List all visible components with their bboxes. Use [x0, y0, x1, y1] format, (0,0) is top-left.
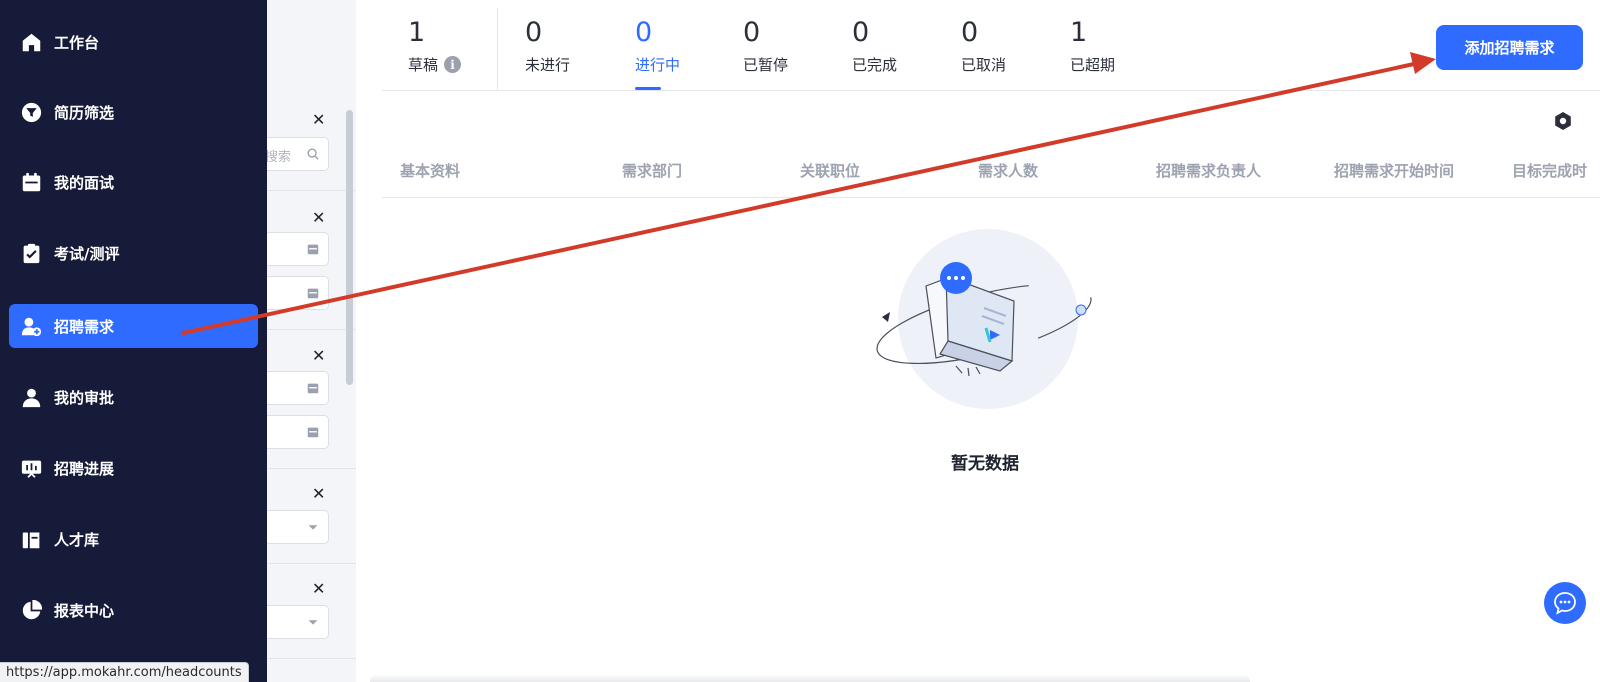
divider — [267, 329, 356, 330]
tab-draft[interactable]: 1 草稿 i — [408, 16, 462, 75]
sidebar-item-label: 报表中心 — [54, 601, 115, 620]
date-field[interactable] — [267, 232, 329, 266]
sidebar-item-workbench[interactable]: 工作台 — [9, 20, 258, 64]
calendar-icon — [307, 244, 319, 255]
sidebar-item-resume-screening[interactable]: 简历筛选 — [9, 90, 258, 134]
filter-icon — [20, 101, 42, 123]
tab-count: 0 — [743, 17, 761, 48]
add-recruitment-need-button[interactable]: 添加招聘需求 — [1436, 25, 1583, 70]
column-header: 招聘需求开始时间 — [1334, 162, 1455, 180]
column-header: 需求部门 — [622, 162, 683, 180]
sidebar-item-label: 考试/测评 — [54, 244, 120, 263]
divider — [267, 190, 356, 191]
chat-button[interactable] — [1544, 582, 1586, 624]
sidebar-item-label: 我的审批 — [54, 388, 115, 407]
column-header: 关联职位 — [800, 162, 861, 180]
tab-paused[interactable]: 0 已暂停 — [743, 16, 788, 75]
sidebar-item-report-center[interactable]: 报表中心 — [9, 588, 258, 632]
sidebar-item-recruitment-needs[interactable]: 招聘需求 — [9, 304, 258, 348]
sidebar-item-label: 招聘需求 — [54, 317, 115, 336]
status-url: https://app.mokahr.com/headcounts — [0, 662, 249, 682]
sidebar-item-label: 人才库 — [54, 530, 100, 549]
presentation-icon — [20, 457, 42, 479]
tab-in-progress[interactable]: 0 进行中 — [635, 16, 680, 75]
clipboard-icon — [20, 242, 42, 264]
divider — [267, 658, 356, 659]
book-icon — [20, 528, 42, 550]
select-field[interactable] — [267, 605, 329, 639]
tab-label: 草稿 — [408, 56, 439, 74]
calendar-icon — [307, 383, 319, 394]
close-icon[interactable]: ✕ — [312, 484, 325, 503]
date-field[interactable] — [267, 371, 329, 405]
tab-not-started[interactable]: 0 未进行 — [525, 16, 570, 75]
tab-label: 已暂停 — [743, 56, 789, 74]
close-icon[interactable]: ✕ — [312, 208, 325, 227]
close-icon[interactable]: ✕ — [312, 110, 325, 129]
tab-count: 0 — [635, 17, 653, 48]
empty-state-illustration — [876, 229, 1092, 409]
sidebar-item-exams[interactable]: 考试/测评 — [9, 231, 258, 275]
sidebar-item-recruitment-progress[interactable]: 招聘进展 — [9, 446, 258, 490]
sidebar-item-my-approvals[interactable]: 我的审批 — [9, 375, 258, 419]
tab-count: 1 — [408, 17, 426, 48]
column-header: 招聘需求负责人 — [1156, 162, 1262, 180]
tab-cancelled[interactable]: 0 已取消 — [961, 16, 1006, 75]
date-field[interactable] — [267, 276, 329, 310]
tab-completed[interactable]: 0 已完成 — [852, 16, 897, 75]
tab-overdue[interactable]: 1 已超期 — [1070, 16, 1115, 75]
calendar-icon — [20, 171, 42, 193]
tab-count: 0 — [852, 17, 870, 48]
chat-icon — [1554, 592, 1576, 615]
chevron-down-icon — [308, 525, 318, 530]
search-placeholder: 搜索 — [267, 150, 292, 165]
info-icon[interactable]: i — [444, 56, 462, 73]
filter-panel: ✕ 搜索 ✕ ✕ ✕ ✕ — [267, 0, 356, 682]
calendar-icon — [307, 427, 319, 438]
sidebar-item-label: 简历筛选 — [54, 103, 115, 122]
divider — [497, 8, 498, 90]
divider — [267, 563, 356, 564]
search-icon — [307, 148, 319, 160]
tab-label: 进行中 — [635, 56, 681, 74]
column-header: 需求人数 — [978, 162, 1039, 180]
scrollbar[interactable] — [346, 110, 353, 385]
close-icon[interactable]: ✕ — [312, 579, 325, 598]
divider — [382, 90, 1600, 91]
sidebar-item-my-interviews[interactable]: 我的面试 — [9, 160, 258, 204]
tab-label: 未进行 — [525, 56, 571, 74]
tab-label: 已取消 — [961, 56, 1007, 74]
tab-count: 0 — [525, 17, 543, 48]
home-icon — [20, 31, 42, 53]
select-field[interactable] — [267, 510, 329, 544]
divider — [267, 468, 356, 469]
column-header: 目标完成时 — [1512, 162, 1588, 180]
tab-count: 0 — [961, 17, 979, 48]
empty-state-text: 暂无数据 — [951, 454, 1019, 474]
pie-chart-icon — [20, 599, 42, 621]
column-header: 基本资料 — [400, 162, 461, 180]
gear-icon[interactable] — [1553, 111, 1573, 131]
close-icon[interactable]: ✕ — [312, 346, 325, 365]
person-icon — [20, 386, 42, 408]
sidebar-item-talent-pool[interactable]: 人才库 — [9, 517, 258, 561]
sidebar-item-label: 我的面试 — [54, 173, 115, 192]
chevron-down-icon — [308, 620, 318, 625]
sidebar: 工作台 简历筛选 我的面试 考试/测评 招聘需求 我的审批 招聘进展 人才库 报… — [0, 0, 267, 682]
sidebar-item-label: 工作台 — [54, 33, 100, 52]
calendar-icon — [307, 288, 319, 299]
bottom-bar — [370, 674, 1250, 682]
tab-count: 1 — [1070, 17, 1088, 48]
divider — [382, 197, 1600, 198]
tab-label: 已完成 — [852, 56, 898, 74]
search-input[interactable]: 搜索 — [267, 137, 329, 171]
tab-label: 已超期 — [1070, 56, 1116, 74]
sidebar-item-label: 招聘进展 — [54, 459, 115, 478]
date-field[interactable] — [267, 415, 329, 449]
add-user-icon — [20, 315, 42, 337]
